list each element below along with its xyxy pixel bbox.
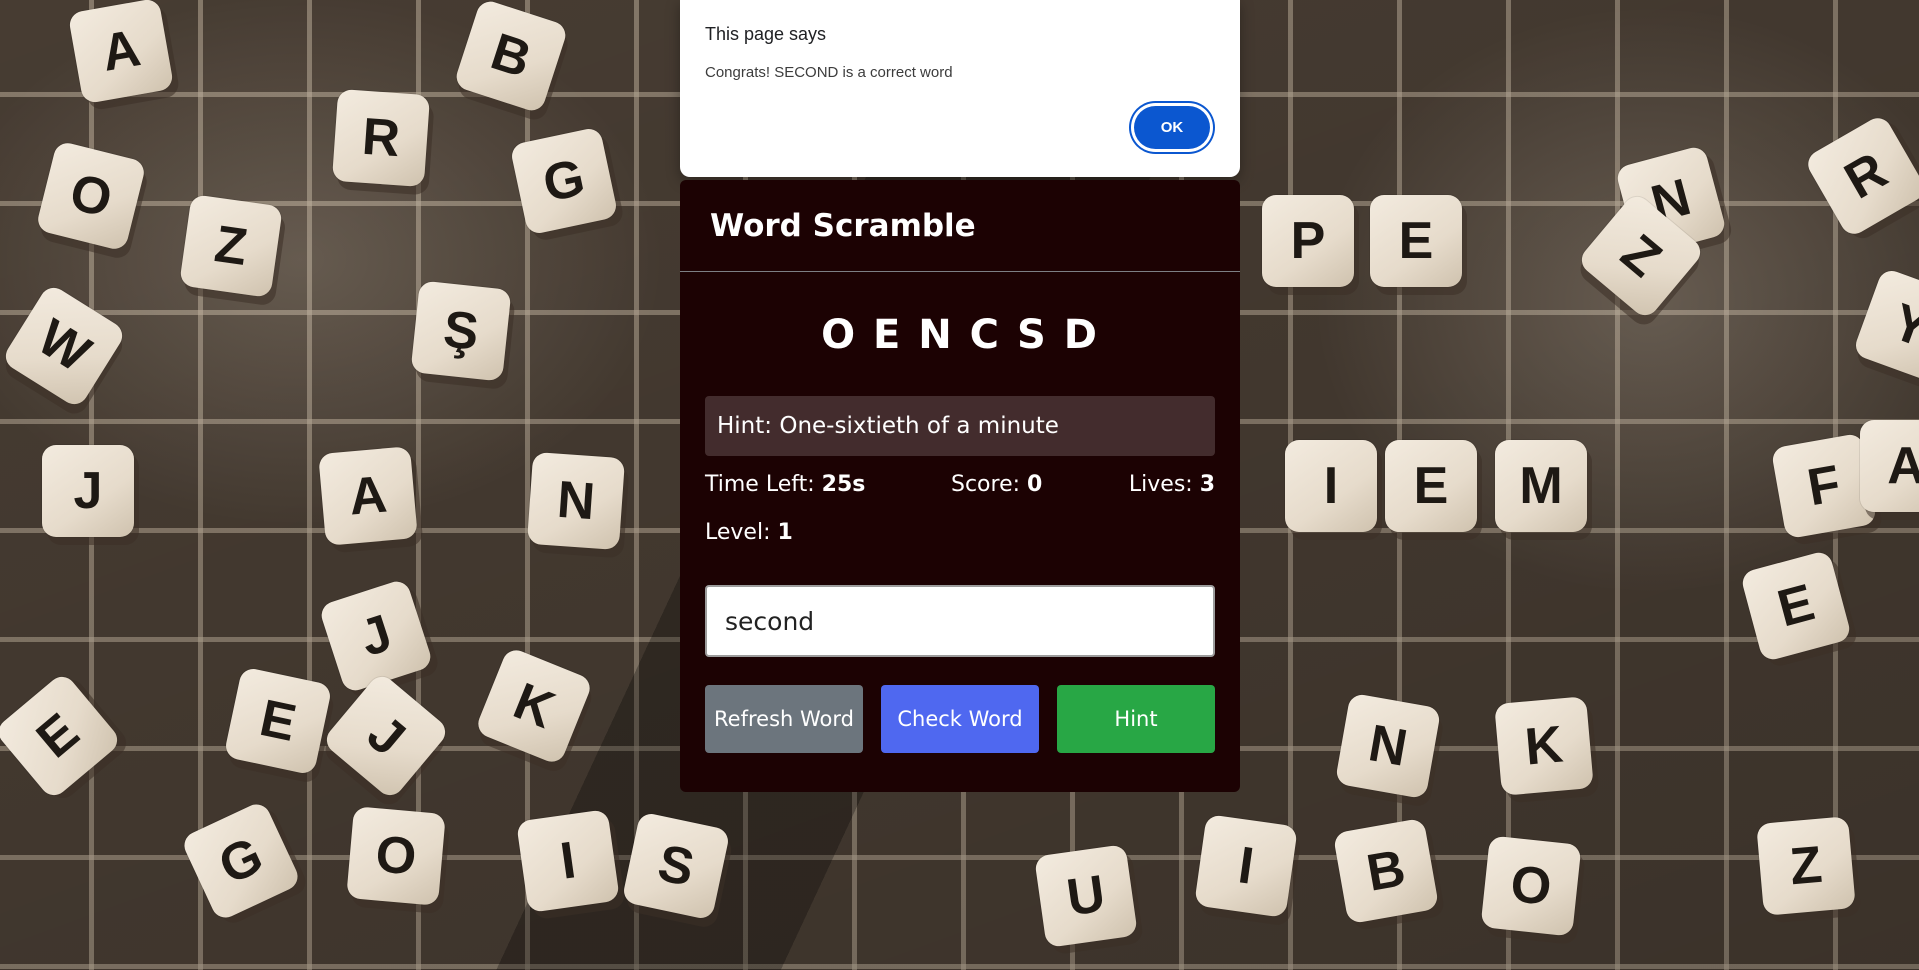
letter-tile: A (318, 446, 418, 546)
time-left-value: 25s (821, 472, 866, 497)
hint-text: Hint: One-sixtieth of a minute (717, 413, 1059, 439)
letter-tile: S (621, 811, 731, 921)
letter-tile: M (1495, 440, 1587, 532)
letter-tile: E (1385, 440, 1477, 532)
word-scramble-card: Word Scramble O E N C S D Hint: One-sixt… (680, 180, 1240, 792)
alert-message: Congrats! SECOND is a correct word (705, 64, 953, 81)
letter-tile: N (526, 451, 626, 551)
title-divider (680, 271, 1240, 272)
letter-tile: Z (179, 194, 283, 298)
letter-tile: I (1285, 440, 1377, 532)
level-value: 1 (777, 520, 793, 545)
letter-tile: N (1334, 692, 1442, 800)
lives: Lives: 3 (1129, 472, 1215, 497)
alert-ok-button[interactable]: OK (1134, 106, 1210, 149)
letter-tile: Z (1756, 816, 1856, 916)
hint-box: Hint: One-sixtieth of a minute (705, 396, 1215, 456)
letter-tile: O (346, 806, 446, 906)
time-left-label: Time Left: (705, 472, 822, 497)
letter-tile: A (1860, 420, 1919, 512)
letter-tile: O (1480, 835, 1582, 937)
letter-tile: B (1332, 817, 1440, 925)
alert-dialog: This page says Congrats! SECOND is a cor… (680, 0, 1240, 177)
level-label: Level: (705, 520, 778, 545)
letter-tile: I (516, 809, 620, 913)
letter-tile: I (1194, 814, 1298, 918)
letter-tile: U (1034, 844, 1138, 948)
word-input[interactable] (705, 585, 1215, 657)
score-label: Score: (951, 472, 1028, 497)
level: Level: 1 (705, 520, 793, 545)
scrambled-word: O E N C S D (821, 312, 1099, 358)
letter-tile: J (42, 445, 134, 537)
letter-tile: E (223, 666, 333, 776)
letter-tile: G (509, 126, 619, 236)
letter-tile: Ş (410, 280, 512, 382)
lives-label: Lives: (1128, 472, 1200, 497)
score-value: 0 (1027, 472, 1043, 497)
letter-tile: A (67, 0, 175, 105)
alert-title: This page says (705, 24, 827, 44)
time-left: Time Left: 25s (705, 472, 865, 497)
check-word-button[interactable]: Check Word (881, 685, 1039, 753)
hint-button[interactable]: Hint (1057, 685, 1215, 753)
lives-value: 3 (1199, 472, 1215, 497)
letter-tile: R (331, 88, 431, 188)
letter-tile: K (1494, 696, 1594, 796)
refresh-word-button[interactable]: Refresh Word (705, 685, 863, 753)
score: Score: 0 (951, 472, 1042, 497)
game-title: Word Scramble (710, 208, 976, 244)
letter-tile: E (1370, 195, 1462, 287)
letter-tile: P (1262, 195, 1354, 287)
